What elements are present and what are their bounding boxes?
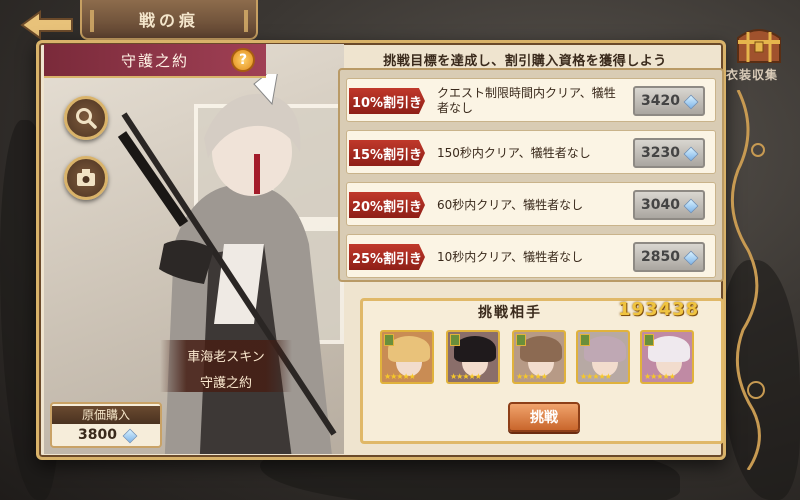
condition-row: 25%割引き 10秒内クリア、犠牲者なし 2850	[346, 234, 716, 278]
discount-price-button[interactable]: 3230	[633, 138, 705, 168]
costume-collection-label[interactable]: 衣装収集	[726, 66, 778, 83]
rank-badge	[644, 334, 654, 346]
discount-price: 2850	[641, 249, 680, 265]
portrait-hair	[648, 336, 690, 362]
star-rating: ★★★★★	[384, 372, 416, 381]
skin-name: 守護之約	[199, 376, 252, 391]
discount-price: 3040	[641, 197, 680, 213]
condition-row: 15%割引き 150秒内クリア、犠牲者なし 3230	[346, 130, 716, 174]
portrait-hair	[584, 336, 626, 362]
condition-row: 10%割引き クエスト制限時間内クリア、犠牲者なし 3420	[346, 78, 716, 122]
top-title: 戦の痕	[138, 11, 199, 30]
challenger-portrait[interactable]: ★★★★★	[446, 330, 500, 384]
condition-text: 10秒内クリア、犠牲者なし	[437, 249, 584, 264]
zoom-button[interactable]	[64, 96, 108, 140]
discount-price-button[interactable]: 3420	[633, 86, 705, 116]
condition-text: 60秒内クリア、犠牲者なし	[437, 197, 584, 212]
back-button[interactable]	[18, 8, 76, 42]
challenger-power: 193438	[618, 299, 700, 320]
condition-row: 20%割引き 60秒内クリア、犠牲者なし 3040	[346, 182, 716, 226]
gem-icon	[122, 428, 136, 442]
search-icon	[76, 108, 97, 129]
rank-badge	[580, 334, 590, 346]
condition-text: 150秒内クリア、犠牲者なし	[437, 145, 591, 160]
discount-tag: 15%割引き	[349, 140, 425, 166]
challenger-portrait[interactable]: ★★★★★	[640, 330, 694, 384]
ornament-decoration	[730, 90, 765, 470]
challenger-title: 挑戦相手	[478, 305, 542, 321]
section-title: 守護之約	[120, 51, 189, 70]
portrait-hair	[454, 336, 496, 362]
discount-tag: 10%割引き	[349, 88, 425, 114]
challenge-banner: 挑戦目標を達成し、割引購入資格を獲得しよう	[383, 54, 667, 69]
preview-button[interactable]	[64, 156, 108, 200]
gem-icon	[683, 146, 697, 160]
original-price-amount: 3800	[78, 427, 117, 443]
star-rating: ★★★★★	[516, 372, 548, 381]
back-arrow-icon	[20, 10, 73, 40]
discount-price-button[interactable]: 3040	[633, 190, 705, 220]
portrait-hair	[388, 336, 430, 362]
rank-badge	[384, 334, 394, 346]
gem-icon	[683, 198, 697, 212]
discount-price: 3230	[641, 145, 680, 161]
star-rating: ★★★★★	[580, 372, 612, 381]
discount-price: 3420	[641, 93, 680, 109]
challenger-portrait[interactable]: ★★★★★	[576, 330, 630, 384]
condition-text: クエスト制限時間内クリア、犠牲者なし	[437, 86, 616, 115]
challenger-portrait[interactable]: ★★★★★	[380, 330, 434, 384]
help-icon[interactable]: ?	[231, 48, 255, 72]
chest-icon[interactable]	[734, 22, 784, 66]
gem-icon	[683, 94, 697, 108]
rank-badge	[516, 334, 526, 346]
challenge-button[interactable]: 挑戦	[508, 402, 580, 432]
rank-badge	[450, 334, 460, 346]
portrait-hair	[520, 336, 562, 362]
original-price-purchase[interactable]: 原価購入 3800	[50, 402, 162, 448]
star-rating: ★★★★★	[644, 372, 676, 381]
skin-label: 車海老スキン	[187, 350, 265, 365]
discount-price-button[interactable]: 2850	[633, 242, 705, 272]
star-rating: ★★★★★	[450, 372, 482, 381]
original-price-label: 原価購入	[52, 406, 160, 424]
camera-icon	[77, 169, 95, 186]
original-price-value: 3800	[78, 427, 136, 443]
challenger-portrait[interactable]: ★★★★★	[512, 330, 566, 384]
gem-icon	[683, 250, 697, 264]
discount-tag: 25%割引き	[349, 244, 425, 270]
character-figure	[117, 74, 337, 454]
discount-tag: 20%割引き	[349, 192, 425, 218]
top-title-tab: 戦の痕	[80, 0, 258, 40]
